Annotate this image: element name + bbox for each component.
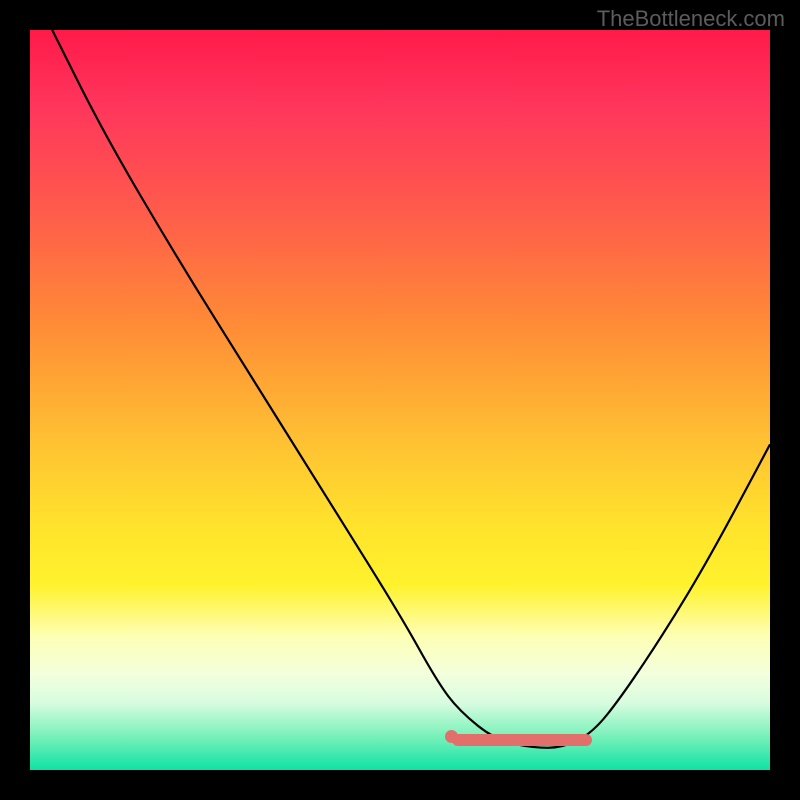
chart-plot-area (30, 30, 770, 770)
bottleneck-curve (30, 30, 770, 770)
optimal-range-marker (452, 734, 593, 746)
watermark-text: TheBottleneck.com (597, 6, 785, 32)
